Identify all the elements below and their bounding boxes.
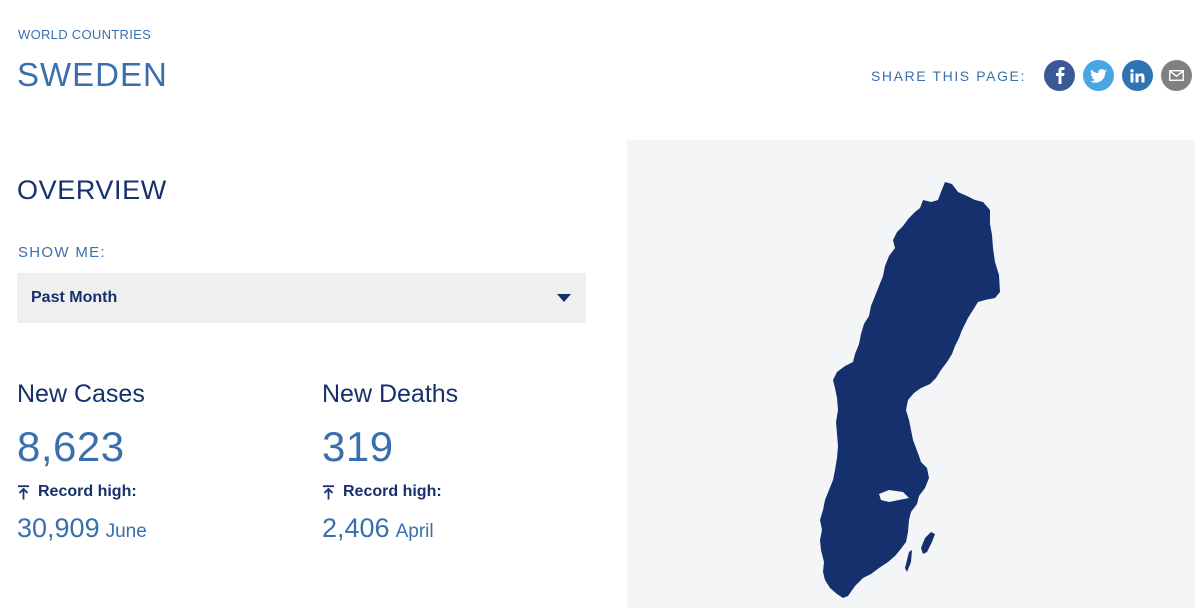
chevron-down-icon: [557, 294, 571, 302]
sweden-map: [820, 182, 1000, 598]
new-deaths-value: 319: [322, 423, 394, 470]
new-cases-stat: New Cases 8,623 Record high: 30,909 June: [17, 380, 147, 544]
deaths-record-month: April: [395, 521, 434, 542]
breadcrumb[interactable]: WORLD COUNTRIES: [18, 27, 151, 42]
new-cases-value: 8,623: [17, 423, 125, 470]
deaths-record-value-row: 2,406 April: [322, 513, 458, 544]
show-me-label: SHOW ME:: [18, 244, 106, 261]
oland-island: [905, 550, 912, 572]
mail-icon: [1169, 70, 1184, 81]
cases-record-value: 30,909: [17, 513, 100, 543]
email-share-button[interactable]: [1161, 60, 1192, 91]
gotland-island: [921, 532, 935, 554]
cases-record-row: Record high:: [17, 483, 147, 501]
new-cases-label: New Cases: [17, 380, 145, 408]
country-map-panel: [627, 140, 1195, 608]
share-label: SHARE THIS PAGE:: [870, 67, 1026, 84]
cases-record-month: June: [105, 521, 147, 542]
overview-heading: OVERVIEW: [17, 175, 167, 205]
new-deaths-label: New Deaths: [322, 380, 459, 408]
period-select[interactable]: Past Month: [17, 273, 586, 323]
facebook-icon: [1055, 67, 1064, 84]
linkedin-icon: [1130, 68, 1145, 82]
cases-record-value-row: 30,909 June: [17, 513, 147, 544]
page-title: SWEDEN: [17, 56, 168, 93]
twitter-share-button[interactable]: [1083, 60, 1114, 91]
twitter-icon: [1090, 68, 1107, 83]
cases-record-label: Record high:: [38, 483, 137, 500]
linkedin-share-button[interactable]: [1122, 60, 1153, 91]
share-bar: SHARE THIS PAGE:: [871, 60, 1192, 91]
facebook-share-button[interactable]: [1044, 60, 1075, 91]
period-select-value: Past Month: [31, 289, 118, 306]
deaths-record-label: Record high:: [343, 483, 442, 500]
deaths-record-row: Record high:: [322, 483, 458, 501]
deaths-record-value: 2,406: [322, 513, 390, 543]
sweden-shape: [820, 182, 1000, 598]
arrow-up-bar-icon: [323, 484, 334, 499]
arrow-up-bar-icon: [18, 484, 29, 499]
new-deaths-stat: New Deaths 319 Record high: 2,406 April: [322, 380, 458, 544]
